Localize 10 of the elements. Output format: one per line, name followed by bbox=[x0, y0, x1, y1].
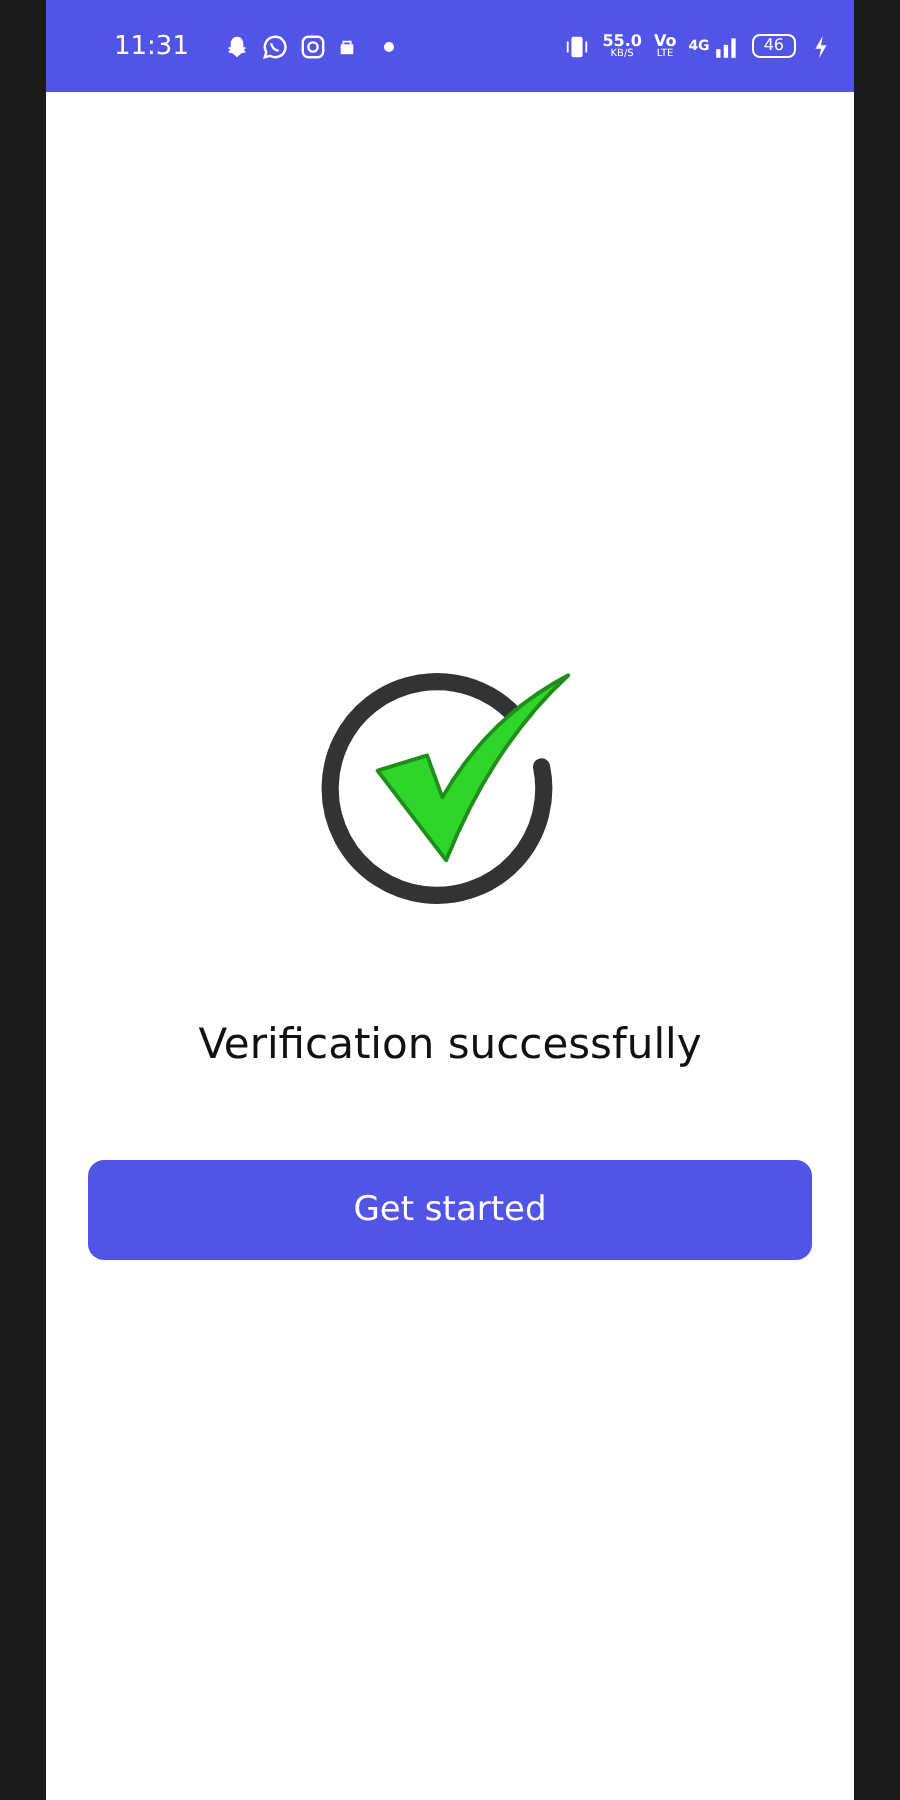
camera-icon bbox=[300, 33, 327, 59]
status-time: 11:31 bbox=[114, 31, 189, 61]
vibrate-icon bbox=[564, 33, 591, 59]
signal-icon bbox=[713, 33, 740, 59]
verification-message: Verification successfully bbox=[198, 1020, 702, 1068]
get-started-button[interactable]: Get started bbox=[88, 1160, 812, 1260]
dot-icon bbox=[384, 41, 395, 51]
chat-bubble-icon bbox=[262, 33, 289, 59]
battery-level: 46 bbox=[751, 34, 796, 58]
ghost-icon bbox=[224, 33, 251, 59]
